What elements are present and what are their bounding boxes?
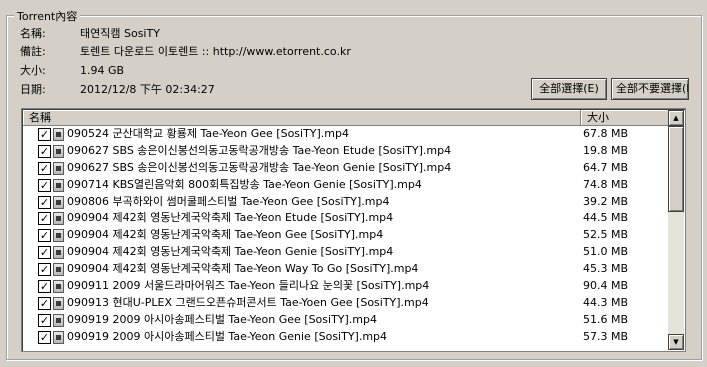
video-file-icon: [53, 313, 64, 327]
video-file-icon: [53, 144, 64, 158]
video-file-icon: [53, 263, 64, 277]
file-size: 19.8 MB: [583, 143, 629, 157]
file-list[interactable]: 名稱 大小 ✓ 090524 군산대학교 황룡제 Tae-Yeon Gee [So…: [21, 108, 686, 352]
checkbox-checked-icon[interactable]: ✓: [38, 144, 51, 158]
video-file-icon: [53, 178, 64, 192]
video-file-icon: [53, 229, 64, 243]
file-size: 74.8 MB: [583, 177, 629, 191]
file-row[interactable]: ✓ 090904 제42회 영동난계국악축제 Tae-Yeon Etude [So…: [23, 210, 668, 227]
file-name: 090904 제42회 영동난계국악축제 Tae-Yeon Etude [Sos…: [67, 211, 394, 225]
file-row[interactable]: ✓ 090714 KBS열린음악회 800회특집방송 Tae-Yeon Genie…: [23, 177, 668, 194]
arrow-up-icon[interactable]: ▲: [668, 110, 684, 126]
video-file-icon: [53, 195, 64, 209]
file-rows: ✓ 090524 군산대학교 황룡제 Tae-Yeon Gee [SosiTY].…: [23, 126, 668, 350]
file-row[interactable]: ✓ 090524 군산대학교 황룡제 Tae-Yeon Gee [SosiTY].…: [23, 126, 668, 143]
file-name: 090904 제42회 영동난계국악축제 Tae-Yeon Way To Go …: [67, 262, 419, 276]
info-label: 名稱:: [20, 27, 46, 40]
checkbox-checked-icon[interactable]: ✓: [38, 330, 51, 344]
checkbox-checked-icon[interactable]: ✓: [38, 128, 51, 141]
torrent-date-value: 2012/12/8 下午 02:34:27: [80, 83, 215, 96]
file-size: 64.7 MB: [583, 160, 629, 174]
file-name: 090919 2009 아시아송페스티벌 Tae-Yeon Gee [SosiT…: [67, 312, 377, 326]
torrent-size-value: 1.94 GB: [80, 64, 125, 77]
file-name: 090904 제42회 영동난계국악축제 Tae-Yeon Genie [Sos…: [67, 245, 394, 259]
select-all-button[interactable]: 全部選擇(E): [531, 78, 607, 100]
info-label: 備註:: [20, 45, 46, 58]
file-row[interactable]: ✓ 090627 SBS 송은이신봉선의동고동락공개방송 Tae-Yeon Gen…: [23, 160, 668, 177]
info-label: 日期:: [20, 83, 46, 96]
file-size: 44.5 MB: [583, 211, 629, 225]
file-name: 090627 SBS 송은이신봉선의동고동락공개방송 Tae-Yeon Geni…: [67, 160, 452, 174]
checkbox-checked-icon[interactable]: ✓: [38, 280, 51, 294]
checkbox-checked-icon[interactable]: ✓: [38, 161, 51, 175]
checkbox-checked-icon[interactable]: ✓: [38, 229, 51, 243]
file-size: 57.3 MB: [583, 329, 629, 343]
video-file-icon: [53, 330, 64, 344]
file-name: 090524 군산대학교 황룡제 Tae-Yeon Gee [SosiTY].m…: [67, 127, 350, 140]
select-none-button[interactable]: 全部不要選擇(N): [611, 78, 689, 100]
file-row[interactable]: ✓ 090919 2009 아시아송페스티벌 Tae-Yeon Genie [So…: [23, 329, 668, 346]
checkbox-checked-icon[interactable]: ✓: [38, 246, 51, 260]
file-name: 090919 2009 아시아송페스티벌 Tae-Yeon Genie [Sos…: [67, 329, 388, 343]
checkbox-checked-icon[interactable]: ✓: [38, 212, 51, 226]
torrent-comment-value: 토렌트 다운로드 이토렌트 :: http://www.etorrent.co.…: [80, 45, 351, 58]
file-size: 44.3 MB: [583, 295, 629, 309]
vertical-scrollbar[interactable]: ▲ ▼: [668, 110, 684, 350]
video-file-icon: [53, 212, 64, 226]
file-row[interactable]: ✓ 090904 제42회 영동난계국악축제 Tae-Yeon Genie [So…: [23, 244, 668, 261]
file-row[interactable]: ✓ 090919 2009 아시아송페스티벌 Tae-Yeon Gee [Sosi…: [23, 312, 668, 329]
file-name: 090913 현대U-PLEX 그랜드오픈슈퍼콘서트 Tae-Yoen Gee …: [67, 295, 429, 309]
file-size: 51.0 MB: [583, 245, 629, 259]
checkbox-checked-icon[interactable]: ✓: [38, 178, 51, 192]
file-size: 45.3 MB: [583, 262, 629, 276]
arrow-down-icon[interactable]: ▼: [668, 334, 684, 350]
column-header-size[interactable]: 大小: [581, 110, 670, 126]
checkbox-checked-icon[interactable]: ✓: [38, 263, 51, 277]
group-title: Torrent內容: [14, 8, 81, 24]
scrollbar-thumb[interactable]: [668, 126, 684, 212]
file-row[interactable]: ✓ 090913 현대U-PLEX 그랜드오픈슈퍼콘서트 Tae-Yoen Gee…: [23, 295, 668, 312]
file-name: 090904 제42회 영동난계국악축제 Tae-Yeon Gee [SosiT…: [67, 228, 384, 242]
file-size: 90.4 MB: [583, 279, 629, 293]
checkbox-checked-icon[interactable]: ✓: [38, 195, 51, 209]
video-file-icon: [53, 161, 64, 175]
file-name: 090627 SBS 송은이신봉선의동고동락공개방송 Tae-Yeon Etud…: [67, 143, 452, 157]
file-row[interactable]: ✓ 090904 제42회 영동난계국악축제 Tae-Yeon Way To Go…: [23, 261, 668, 278]
torrent-name-value: 태연직캠 SosiTY: [80, 27, 160, 40]
file-row[interactable]: ✓ 090911 2009 서울드라마어워즈 Tae-Yeon 들리나요 눈의꽃 …: [23, 278, 668, 295]
file-row[interactable]: ✓ 090904 제42회 영동난계국악축제 Tae-Yeon Gee [Sosi…: [23, 227, 668, 244]
file-size: 39.2 MB: [583, 194, 629, 208]
file-name: 090911 2009 서울드라마어워즈 Tae-Yeon 들리나요 눈의꽃 […: [67, 279, 430, 293]
video-file-icon: [53, 280, 64, 294]
info-label: 大小:: [20, 64, 46, 77]
video-file-icon: [53, 246, 64, 260]
file-size: 52.5 MB: [583, 228, 629, 242]
checkbox-checked-icon[interactable]: ✓: [38, 296, 51, 310]
file-name: 090714 KBS열린음악회 800회특집방송 Tae-Yeon Genie …: [67, 177, 422, 191]
video-file-icon: [53, 128, 64, 141]
video-file-icon: [53, 296, 64, 310]
column-header-name[interactable]: 名稱: [23, 110, 581, 126]
file-size: 51.6 MB: [583, 312, 629, 326]
file-name: 090806 부곡하와이 썸머쿨페스티벌 Tae-Yeon Gee [SosiT…: [67, 194, 390, 208]
file-size: 67.8 MB: [583, 127, 629, 140]
file-row[interactable]: ✓ 090806 부곡하와이 썸머쿨페스티벌 Tae-Yeon Gee [Sosi…: [23, 194, 668, 211]
list-header: 名稱 大小: [23, 110, 670, 126]
checkbox-checked-icon[interactable]: ✓: [38, 313, 51, 327]
file-row[interactable]: ✓ 090627 SBS 송은이신봉선의동고동락공개방송 Tae-Yeon Etu…: [23, 143, 668, 160]
